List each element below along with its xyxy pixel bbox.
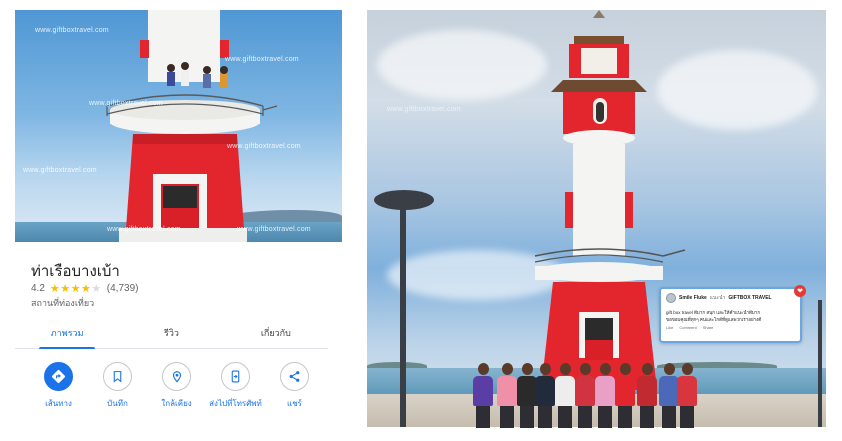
- watermark: www.giftboxtravel.com: [387, 106, 461, 113]
- nearby-icon: [172, 370, 181, 383]
- watermark: www.giftboxtravel.com: [35, 27, 109, 34]
- tab-reviews[interactable]: รีวิว: [119, 317, 223, 348]
- person: [496, 363, 518, 428]
- social-review-card: ❤ Smile Fluke แนะนำ GIFTBOX TRAVEL gift …: [659, 285, 806, 343]
- watermark: www.giftboxtravel.com: [23, 167, 97, 174]
- place-tabs: ภาพรวม รีวิว เกี่ยวกับ: [15, 317, 328, 349]
- place-hero-photo[interactable]: www.giftboxtravel.com www.giftboxtravel.…: [15, 10, 342, 242]
- save-button[interactable]: บันทึก: [102, 362, 133, 410]
- lighthouse-illustration: [106, 10, 278, 242]
- share-reaction: Share: [702, 325, 714, 330]
- directions-label: เส้นทาง: [45, 399, 72, 408]
- rating-value: 4.2: [31, 283, 45, 294]
- review-text-line: ขอขอบคุณพี่ทุกๆ คนและไกด์ที่ดูแลพวกเราอย…: [666, 317, 762, 322]
- person: [636, 363, 658, 428]
- send-to-phone-button[interactable]: ส่งไปที่โทรศัพท์: [209, 362, 262, 410]
- person: [554, 363, 576, 428]
- person: [534, 363, 556, 428]
- place-title: ท่าเรือบางเบ้า: [31, 263, 120, 280]
- star-icon: ★: [60, 283, 71, 295]
- reaction-bar: Like Comment Share: [666, 325, 795, 330]
- tourist-group: [472, 350, 700, 428]
- watermark: www.giftboxtravel.com: [89, 100, 163, 107]
- heart-icon: ❤: [794, 285, 806, 297]
- watermark: www.giftboxtravel.com: [107, 226, 181, 233]
- nearby-button[interactable]: ใกล้เคียง: [161, 362, 192, 410]
- watermark: www.giftboxtravel.com: [227, 143, 301, 150]
- watermark: www.giftboxtravel.com: [237, 226, 311, 233]
- send-to-phone-label: ส่งไปที่โทรศัพท์: [209, 399, 262, 408]
- save-label: บันทึก: [107, 399, 128, 408]
- star-icon: ★: [91, 283, 102, 295]
- reviewer-name: Smile Fluke: [679, 295, 707, 301]
- recommends-text: แนะนำ: [709, 295, 726, 301]
- place-category[interactable]: สถานที่ท่องเที่ยว: [31, 296, 94, 310]
- action-bar: เส้นทาง บันทึก ใกล้เคียง ส่งไปที่โทรศัพท…: [43, 362, 310, 410]
- nearby-label: ใกล้เคียง: [161, 399, 192, 408]
- place-info-panel: ท่าเรือบางเบ้า 4.2 ★★★★★ (4,739) สถานที่…: [15, 242, 342, 420]
- comment-reaction: Comment: [679, 325, 697, 330]
- share-icon: [289, 371, 300, 382]
- star-icon: ★: [49, 283, 61, 295]
- star-icon: ★: [81, 283, 92, 295]
- like-reaction: Like: [666, 325, 674, 330]
- watermark: www.giftboxtravel.com: [225, 56, 299, 63]
- share-button[interactable]: แชร์: [279, 362, 310, 410]
- star-icon: ★: [70, 283, 82, 295]
- rating-stars: ★★★★★: [50, 282, 102, 295]
- person: [472, 363, 494, 428]
- send-to-phone-icon: [231, 370, 240, 383]
- rating-row[interactable]: 4.2 ★★★★★ (4,739): [31, 282, 138, 295]
- person: [574, 363, 596, 428]
- person: [676, 363, 698, 428]
- directions-icon: [51, 369, 66, 384]
- share-label: แชร์: [287, 399, 302, 408]
- review-count[interactable]: (4,739): [107, 283, 139, 294]
- tab-about[interactable]: เกี่ยวกับ: [224, 317, 328, 348]
- review-text-line: gift box travel ดีมาก สนุก และให้คำแนะนำ…: [666, 310, 761, 315]
- avatar: [666, 293, 676, 303]
- directions-button[interactable]: เส้นทาง: [43, 362, 74, 410]
- person: [614, 363, 636, 428]
- bookmark-icon: [113, 371, 122, 383]
- page-name: GIFTBOX TRAVEL: [728, 295, 772, 301]
- tab-overview[interactable]: ภาพรวม: [15, 317, 119, 349]
- person: [594, 363, 616, 428]
